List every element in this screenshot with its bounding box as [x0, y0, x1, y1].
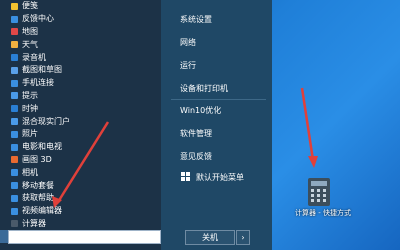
annotation-arrows [52, 87, 318, 208]
annotation-arrow-2 [300, 87, 315, 161]
annotation-arrow-2-head [308, 156, 318, 168]
annotation-arrow-1 [56, 121, 110, 203]
